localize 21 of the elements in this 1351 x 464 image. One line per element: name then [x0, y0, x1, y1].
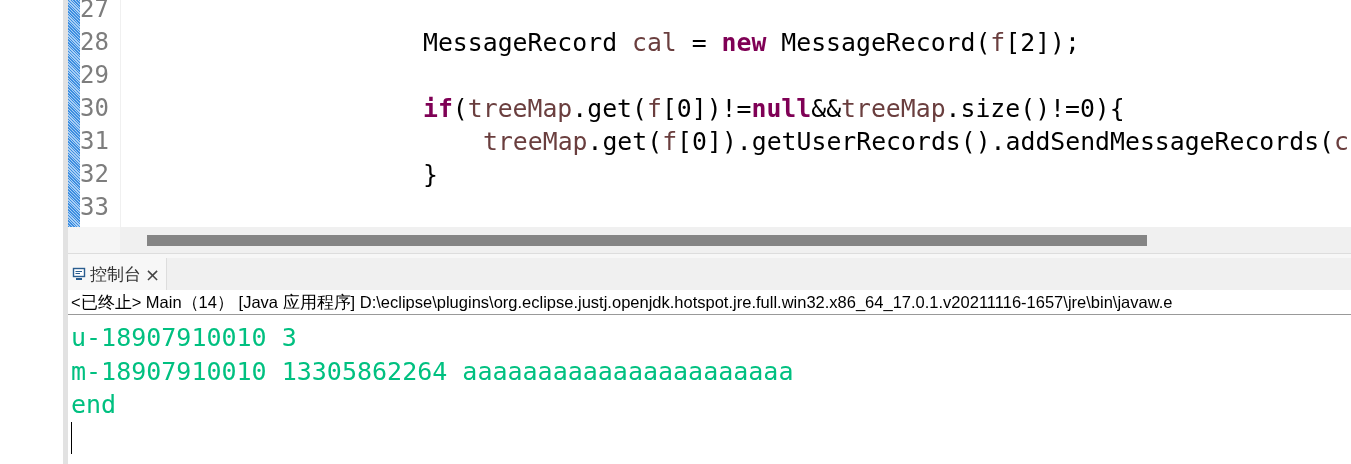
code-line: MessageRecord cal = new MessageRecord(f[2]);	[423, 27, 1080, 59]
console-output-line: u-18907910010 3	[71, 322, 298, 354]
line-number: 29	[80, 60, 110, 91]
line-number: 28	[80, 27, 110, 58]
horizontal-scrollbar[interactable]	[120, 227, 1351, 253]
scrollbar-thumb[interactable]	[147, 234, 1147, 246]
line-number: 30	[80, 93, 110, 124]
monitor-icon	[72, 267, 86, 281]
line-number: 31	[80, 126, 110, 157]
console-output-line: m-18907910010 13305862264 aaaaaaaaaaaaaaaaaaaaaa	[71, 355, 795, 388]
line-number: 33	[80, 192, 110, 223]
close-icon[interactable]: ×	[145, 263, 161, 285]
code-line: }	[423, 159, 438, 191]
code-editor[interactable]: MessageRecord cal = new MessageRecord(f[2]); if(treeMap.get(f[0])!=null&&treeMap.size()!=0){ treeMap.get(f[0]).getUserRecords().addSendMessageRecords(c }	[121, 0, 1351, 227]
console-output-line: end	[71, 389, 118, 421]
text-cursor	[71, 421, 72, 454]
line-number: 32	[80, 159, 110, 190]
console-status: <已终止> Main（14） [Java 应用程序] D:\eclipse\plugins\org.eclipse.justj.openjdk.hotspot.jre.full.win32.x86_64_17.0.1.v20211116-1657\jre\bin\javaw.e	[68, 290, 1351, 315]
code-line: treeMap.get(f[0]).getUserRecords().addSendMessageRecords(c	[483, 126, 1349, 158]
console-tab[interactable]: 控制台 ×	[68, 258, 168, 290]
code-line: if(treeMap.get(f[0])!=null&&treeMap.size()!=0){	[423, 93, 1125, 125]
